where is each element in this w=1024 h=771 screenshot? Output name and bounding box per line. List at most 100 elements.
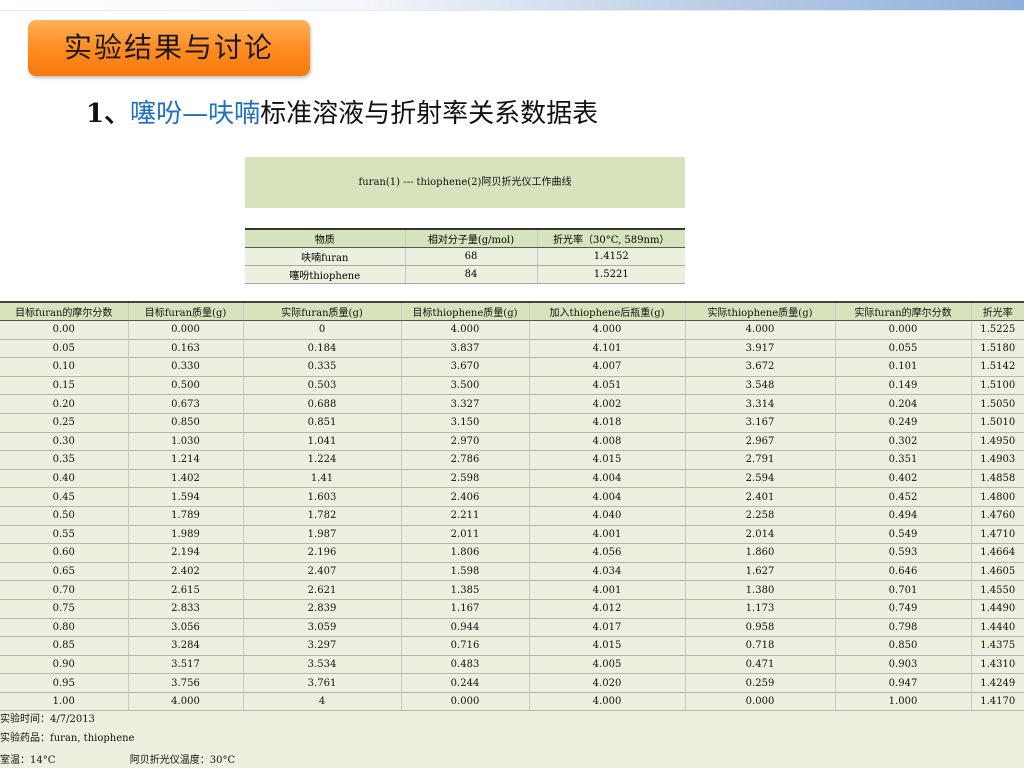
- mw-header-cell: 物质: [245, 228, 406, 248]
- table-cell: 0.851: [243, 413, 402, 433]
- table-cell: 4.004: [529, 487, 686, 507]
- table-cell: 1.4760: [971, 506, 1024, 526]
- table-cell: 0.718: [685, 636, 836, 656]
- table-cell: 0.45: [0, 487, 129, 507]
- table-row: 0.55 1.989 1.987 2.011 4.001 2.014 0.549 1.4710: [0, 525, 1024, 545]
- top-gradient-bar: [0, 0, 1024, 10]
- table-cell: 2.211: [401, 506, 530, 526]
- table-cell: 0.302: [835, 432, 972, 452]
- table-row: 0.25 0.850 0.851 3.150 4.018 3.167 0.249 1.5010: [0, 413, 1024, 433]
- table-cell: 0.903: [835, 655, 972, 675]
- table-cell: 0.673: [128, 394, 244, 414]
- table-cell: 4.000: [401, 320, 530, 340]
- table-cell: 4.015: [529, 450, 686, 470]
- table-cell: 1.4490: [971, 599, 1024, 619]
- subtitle-number: 1、: [86, 99, 131, 129]
- section-title: 实验结果与讨论: [63, 31, 274, 64]
- table-cell: 0.60: [0, 543, 129, 563]
- table-cell: 0.688: [243, 394, 402, 414]
- table-cell: 4.000: [128, 692, 244, 712]
- table-cell: 1.5180: [971, 339, 1024, 359]
- table-cell: 1.4950: [971, 432, 1024, 452]
- table-cell: 2.967: [685, 432, 836, 452]
- table-cell: 0.000: [128, 320, 244, 340]
- table-cell: 4.008: [529, 432, 686, 452]
- table-cell: 2.401: [685, 487, 836, 507]
- table-cell: 3.056: [128, 618, 244, 638]
- table-row: 0.15 0.500 0.503 3.500 4.051 3.548 0.149 1.5100: [0, 376, 1024, 396]
- table-cell: 0.500: [128, 376, 244, 396]
- table-cell: 0.958: [685, 618, 836, 638]
- table-cell: 0.101: [835, 357, 972, 377]
- table-cell: 1.594: [128, 487, 244, 507]
- table-cell: 3.517: [128, 655, 244, 675]
- table-cell: 0.055: [835, 339, 972, 359]
- table-cell: 0.701: [835, 580, 972, 600]
- table-cell: 0.549: [835, 525, 972, 545]
- table-cell: 2.615: [128, 580, 244, 600]
- table-cell: 1.598: [401, 562, 530, 582]
- table-cell: 4.000: [529, 320, 686, 340]
- top-divider: [0, 10, 1024, 11]
- table-cell: 0.947: [835, 673, 972, 693]
- table-row: 0.70 2.615 2.621 1.385 4.001 1.380 0.701 1.4550: [0, 580, 1024, 600]
- table-cell: 2.598: [401, 469, 530, 489]
- table-cell: 1.173: [685, 599, 836, 619]
- mw-table-cell: 1.4152: [537, 247, 685, 266]
- mw-table-cell: 84: [405, 265, 538, 284]
- table-cell: 4.101: [529, 339, 686, 359]
- table-cell: 1.4310: [971, 655, 1024, 675]
- table-cell: 0.351: [835, 450, 972, 470]
- data-header-row: 目标furan的摩尔分数 目标furan质量(g) 实际furan质量(g) 目标th…: [0, 301, 1024, 321]
- table-cell: 0.646: [835, 562, 972, 582]
- table-cell: 1.4550: [971, 580, 1024, 600]
- table-row: 0.65 2.402 2.407 1.598 4.034 1.627 0.646 1.4605: [0, 562, 1024, 582]
- table-cell: 0.10: [0, 357, 129, 377]
- table-row: 1.00 4.000 4 0.000 4.000 0.000 1.000 1.4170: [0, 692, 1024, 712]
- table-cell: 0.184: [243, 339, 402, 359]
- mw-table-cell: 68: [405, 247, 538, 266]
- table-cell: 3.761: [243, 673, 402, 693]
- table-cell: 1.4375: [971, 636, 1024, 656]
- table-cell: 0.149: [835, 376, 972, 396]
- table-cell: 2.970: [401, 432, 530, 452]
- table-cell: 0.503: [243, 376, 402, 396]
- table-cell: 4.000: [685, 320, 836, 340]
- table-cell: 1.806: [401, 543, 530, 563]
- table-row: 0.85 3.284 3.297 0.716 4.015 0.718 0.850 1.4375: [0, 636, 1024, 656]
- table-cell: 3.327: [401, 394, 530, 414]
- table-cell: 2.839: [243, 599, 402, 619]
- table-cell: 1.627: [685, 562, 836, 582]
- table-cell: 2.011: [401, 525, 530, 545]
- table-row: 0.05 0.163 0.184 3.837 4.101 3.917 0.055 1.5180: [0, 339, 1024, 359]
- table-cell: 2.014: [685, 525, 836, 545]
- footer-reagent-row: 实验药品：furan, thiophene: [0, 730, 134, 748]
- table-cell: 1.789: [128, 506, 244, 526]
- room-temp-value: 14°C: [30, 755, 56, 766]
- table-cell: 4.018: [529, 413, 686, 433]
- table-cell: 1.000: [835, 692, 972, 712]
- table-cell: 0.85: [0, 636, 129, 656]
- table-cell: 1.380: [685, 580, 836, 600]
- table-cell: 4.007: [529, 357, 686, 377]
- reagent-label: 实验药品：: [0, 733, 50, 744]
- table-cell: 1.5225: [971, 320, 1024, 340]
- table-cell: 1.167: [401, 599, 530, 619]
- table-cell: 4.020: [529, 673, 686, 693]
- data-header-cell: 加入thiophene后瓶重(g): [529, 301, 686, 321]
- table-cell: 0.95: [0, 673, 129, 693]
- table-cell: 0.163: [128, 339, 244, 359]
- table-cell: 0.05: [0, 339, 129, 359]
- table-cell: 1.4440: [971, 618, 1024, 638]
- table-cell: 1.41: [243, 469, 402, 489]
- subtitle-rest: 标准溶液与折射率关系数据表: [260, 99, 599, 129]
- table-cell: 1.4710: [971, 525, 1024, 545]
- subtitle-compound-a: 噻吩: [130, 99, 183, 129]
- table-cell: 0.716: [401, 636, 530, 656]
- table-cell: 1.5010: [971, 413, 1024, 433]
- table-cell: 3.837: [401, 339, 530, 359]
- table-cell: 3.534: [243, 655, 402, 675]
- table-cell: 4.051: [529, 376, 686, 396]
- table-cell: 2.621: [243, 580, 402, 600]
- table-cell: 0.80: [0, 618, 129, 638]
